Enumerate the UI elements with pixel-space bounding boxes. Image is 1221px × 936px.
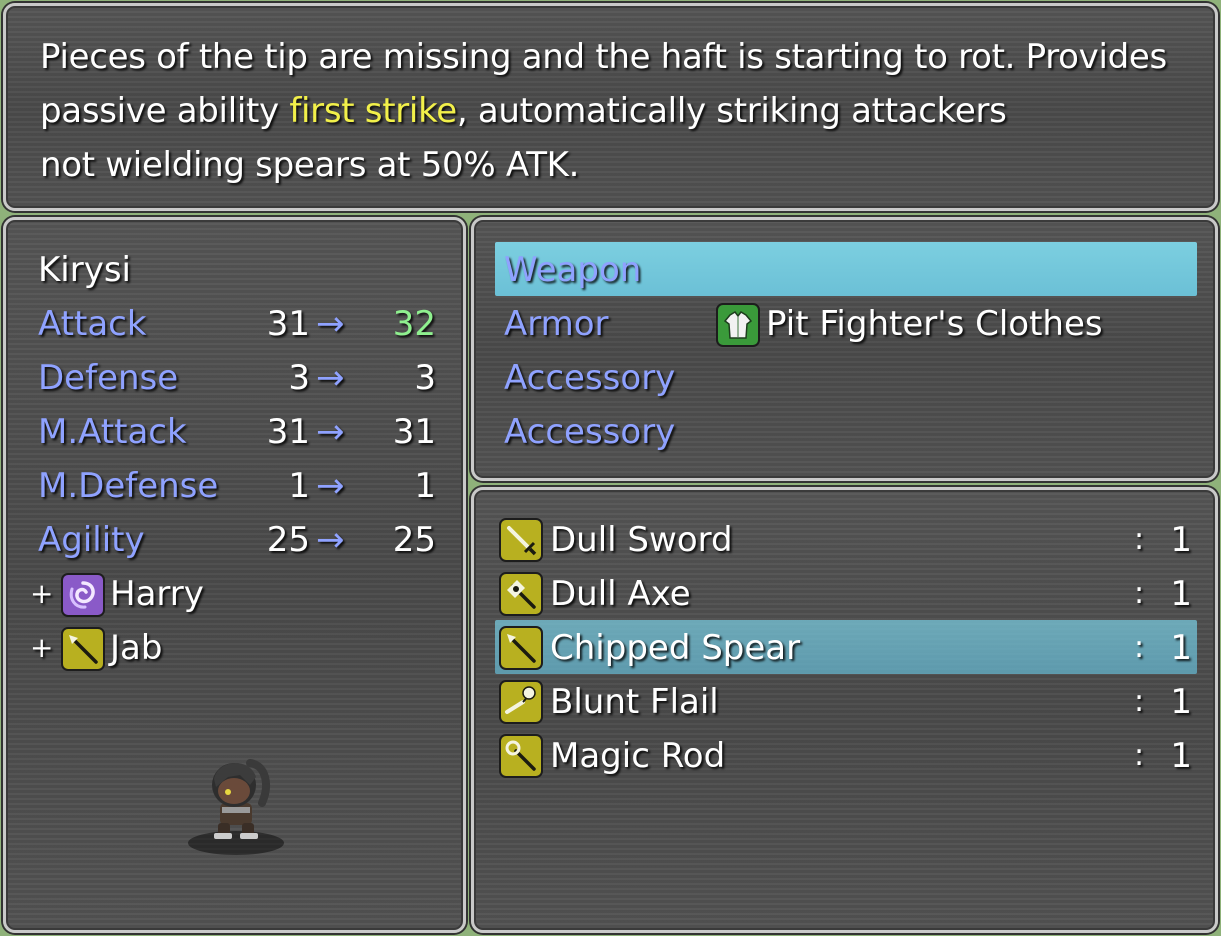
param-new: 1 (414, 466, 436, 506)
status-window: Kirysi Attack 31 → 32 Defense 3 → 3 M.At… (3, 217, 466, 933)
armored-warrior-sprite (184, 745, 288, 857)
item-colon: : (1134, 576, 1145, 611)
help-text-1: Pieces of the tip are missing and the ha… (40, 37, 1167, 77)
arrow-icon: → (316, 358, 345, 398)
param-label: Attack (38, 304, 147, 344)
slot-label: Armor (504, 304, 609, 344)
help-text-3: not wielding spears at 50% ATK. (40, 145, 580, 185)
skill-name: Jab (110, 628, 163, 668)
equip-slot-window: Weapon Armor Pit Fighter's Clothes Acces… (471, 217, 1218, 481)
param-label: M.Attack (38, 412, 187, 452)
slot-label: Accessory (504, 358, 676, 398)
param-current: 31 (266, 304, 310, 344)
item-name: Chipped Spear (550, 628, 801, 668)
help-line-1: Pieces of the tip are missing and the ha… (40, 30, 1167, 84)
slot-label: Weapon (504, 250, 642, 290)
slot-label: Accessory (504, 412, 676, 452)
help-line-2: passive ability first strike, automatica… (40, 84, 1007, 138)
spear-icon (61, 627, 105, 671)
param-current: 25 (266, 520, 310, 560)
arrow-icon: → (316, 520, 345, 560)
rod-icon (499, 734, 543, 778)
param-label: Defense (38, 358, 179, 398)
param-current: 31 (266, 412, 310, 452)
item-qty: 1 (1170, 574, 1192, 614)
help-line-3: not wielding spears at 50% ATK. (40, 138, 579, 192)
param-label: M.Defense (38, 466, 219, 506)
item-qty: 1 (1170, 520, 1192, 560)
clothes-icon (716, 303, 760, 347)
help-window: Pieces of the tip are missing and the ha… (3, 3, 1218, 211)
skill-name: Harry (110, 574, 204, 614)
skill-prefix: + (30, 631, 54, 664)
item-colon: : (1134, 630, 1145, 665)
help-text-2b: , automatically striking attackers (456, 91, 1007, 131)
arrow-icon: → (316, 412, 345, 452)
item-colon: : (1134, 738, 1145, 773)
item-name: Magic Rod (550, 736, 726, 776)
arrow-icon: → (316, 304, 345, 344)
param-new: 32 (392, 304, 436, 344)
param-new: 31 (392, 412, 436, 452)
help-keyword-first-strike: first strike (289, 91, 457, 131)
axe-icon (499, 572, 543, 616)
item-list-window: Dull Sword : 1 Dull Axe : 1 Chipped Spea… (471, 487, 1218, 933)
vortex-icon (61, 573, 105, 617)
param-current: 1 (288, 466, 310, 506)
param-new: 3 (414, 358, 436, 398)
help-text-2a: passive ability (40, 91, 290, 131)
spear-icon (499, 626, 543, 670)
arrow-icon: → (316, 466, 345, 506)
item-colon: : (1134, 522, 1145, 557)
actor-name: Kirysi (38, 250, 132, 290)
skill-prefix: + (30, 577, 54, 610)
slot-item-name: Pit Fighter's Clothes (766, 304, 1103, 344)
param-current: 3 (288, 358, 310, 398)
param-new: 25 (392, 520, 436, 560)
item-name: Blunt Flail (550, 682, 719, 722)
item-colon: : (1134, 684, 1145, 719)
item-qty: 1 (1170, 628, 1192, 668)
flail-icon (499, 680, 543, 724)
param-label: Agility (38, 520, 145, 560)
item-qty: 1 (1170, 682, 1192, 722)
item-qty: 1 (1170, 736, 1192, 776)
item-name: Dull Axe (550, 574, 691, 614)
sword-icon (499, 518, 543, 562)
item-name: Dull Sword (550, 520, 733, 560)
